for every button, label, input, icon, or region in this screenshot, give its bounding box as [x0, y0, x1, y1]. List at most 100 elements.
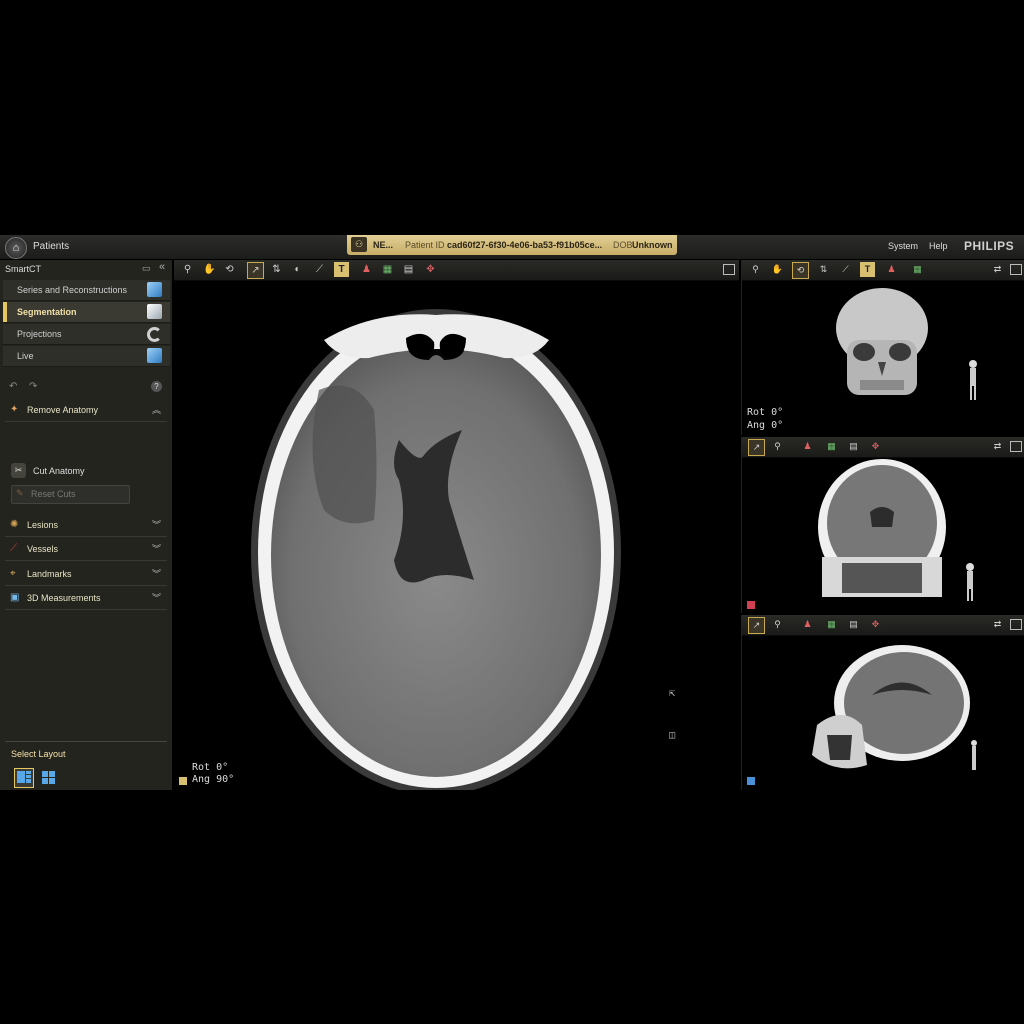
- system-menu[interactable]: System: [888, 241, 918, 251]
- section-3d-measurements[interactable]: ▣ 3D Measurements ︾: [5, 587, 167, 610]
- nav-label: Series and Reconstructions: [17, 285, 128, 295]
- layers-icon[interactable]: ▤: [846, 617, 861, 632]
- viewport-toolbar: ⚲ ✋ ⟲ ⇅ ⟋ T ♟ ▦ ⇄: [742, 260, 1024, 281]
- axial-viewport[interactable]: ⚲ ✋ ⟲ ↗ ⇅ ◐ ⟋ T ♟ ▦ ▤ ✥ Rot 0° Ang 90° ⇱…: [174, 260, 739, 790]
- cut-anatomy-icon[interactable]: ✂: [11, 463, 26, 478]
- orientation-icon[interactable]: ♟: [884, 262, 899, 277]
- text-annotation-icon[interactable]: T: [860, 262, 875, 277]
- mini-axial-icon: ◫: [669, 730, 676, 741]
- reset-cuts-label: Reset Cuts: [31, 489, 76, 499]
- layout-2x2-icon[interactable]: [40, 769, 58, 787]
- zoom-icon[interactable]: ⚲: [770, 617, 785, 632]
- coronal-viewport[interactable]: ↗ ⚲ ♟ ▦ ▤ ✥ ⇄: [741, 437, 1024, 613]
- cut-anatomy-label[interactable]: Cut Anatomy: [33, 466, 85, 476]
- maximize-icon[interactable]: [1010, 441, 1022, 452]
- collapse-panel-icon[interactable]: «: [159, 261, 165, 273]
- maximize-icon[interactable]: [1010, 264, 1022, 275]
- zoom-icon[interactable]: ⚲: [180, 262, 195, 277]
- zoom-icon[interactable]: ⚲: [770, 439, 785, 454]
- crosshair-icon: ⌖: [10, 568, 16, 579]
- home-icon[interactable]: ⌂: [5, 237, 27, 259]
- patient-id: cad60f27-6f30-4e06-ba53-f91b05ce...: [447, 240, 603, 250]
- rotate-tool-icon[interactable]: ⟲: [222, 262, 237, 277]
- chevron-down-icon: ︾: [151, 593, 161, 603]
- sagittal-viewport[interactable]: ↗ ⚲ ♟ ▦ ▤ ✥ ⇄: [741, 615, 1024, 790]
- layout-swap-icon[interactable]: ⇄: [990, 262, 1005, 277]
- section-label: Lesions: [27, 520, 59, 530]
- layout-1-plus-3-icon[interactable]: [14, 768, 34, 788]
- viewport-toolbar: ↗ ⚲ ♟ ▦ ▤ ✥ ⇄: [742, 437, 1024, 458]
- orientation-icon[interactable]: ♟: [800, 439, 815, 454]
- pointer-icon[interactable]: ↗: [748, 617, 765, 634]
- pan-icon[interactable]: ✋: [770, 262, 785, 277]
- section-lesions[interactable]: ✺ Lesions ︾: [5, 514, 167, 537]
- undo-icon[interactable]: ↶: [9, 381, 17, 392]
- color-map-icon[interactable]: ▦: [910, 262, 925, 277]
- cube-icon: [147, 348, 162, 363]
- help-menu[interactable]: Help: [929, 241, 948, 251]
- layers-icon[interactable]: ▤: [401, 262, 416, 277]
- angle-readout: Ang 0°: [747, 420, 784, 431]
- lesion-icon: ✺: [10, 519, 19, 530]
- nav-series-and-reconstructions[interactable]: Series and Reconstructions: [3, 280, 170, 301]
- panel-title: SmartCT: [5, 264, 41, 274]
- maximize-icon[interactable]: [723, 264, 735, 275]
- color-map-icon[interactable]: ▦: [824, 617, 839, 632]
- patient-name: NE...: [373, 240, 394, 250]
- pointer-icon[interactable]: ↗: [247, 262, 264, 279]
- zoom-icon[interactable]: ⚲: [748, 262, 763, 277]
- layers-icon[interactable]: ▤: [846, 439, 861, 454]
- dob-label: DOB: [613, 240, 633, 250]
- nav-live[interactable]: Live: [3, 346, 170, 367]
- orientation-icon[interactable]: ♟: [359, 262, 374, 277]
- pan-icon[interactable]: ✋: [202, 262, 217, 277]
- reset-view-icon[interactable]: ✥: [868, 617, 883, 632]
- redo-icon[interactable]: ↷: [29, 381, 37, 392]
- window-level-icon[interactable]: ◐: [290, 262, 305, 277]
- vessel-icon: ⟋: [10, 543, 17, 554]
- workflow-nav: Series and Reconstructions Segmentation …: [3, 280, 170, 368]
- color-map-icon[interactable]: ▦: [824, 439, 839, 454]
- chevron-down-icon: ︾: [151, 520, 161, 530]
- nav-projections[interactable]: Projections: [3, 324, 170, 345]
- select-layout-label: Select Layout: [11, 749, 66, 759]
- rotation-readout: Rot 0°: [192, 762, 229, 773]
- ruler-cube-icon: ▣: [10, 592, 20, 603]
- rotate-tool-icon[interactable]: ⟲: [792, 262, 809, 279]
- axial-ct-slice: [251, 309, 621, 790]
- orientation-marker: [179, 777, 187, 785]
- reset-view-icon[interactable]: ✥: [423, 262, 438, 277]
- flip-icon[interactable]: ⇅: [269, 262, 284, 277]
- measure-icon[interactable]: ⟋: [312, 262, 327, 277]
- layout-swap-icon[interactable]: ⇄: [990, 439, 1005, 454]
- flip-icon[interactable]: ⇅: [816, 262, 831, 277]
- section-vessels[interactable]: ⟋ Vessels ︾: [5, 538, 167, 561]
- maximize-icon[interactable]: [1010, 619, 1022, 630]
- text-annotation-icon[interactable]: T: [334, 262, 349, 277]
- section-label: 3D Measurements: [27, 593, 101, 603]
- section-landmarks[interactable]: ⌖ Landmarks ︾: [5, 563, 167, 586]
- divider: [5, 741, 167, 742]
- chevron-down-icon: ︾: [151, 544, 161, 554]
- pointer-icon[interactable]: ↗: [748, 439, 765, 456]
- help-icon[interactable]: ?: [151, 381, 162, 392]
- reset-cuts-button[interactable]: ✎ Reset Cuts: [11, 485, 130, 504]
- reset-view-icon[interactable]: ✥: [868, 439, 883, 454]
- chevron-up-icon: ︽: [151, 405, 161, 415]
- patient-id-label: Patient ID: [405, 240, 445, 250]
- cursor-icon: ⇱: [669, 688, 676, 699]
- measure-icon[interactable]: ⟋: [838, 262, 853, 277]
- patients-link[interactable]: Patients: [33, 241, 69, 252]
- smartct-app: ⌂ Patients ⚇ NE... Patient ID cad60f27-6…: [0, 235, 1024, 790]
- layout-swap-icon[interactable]: ⇄: [990, 617, 1005, 632]
- left-panel: SmartCT ▭ « Series and Reconstructions S…: [0, 260, 173, 790]
- color-map-icon[interactable]: ▦: [380, 262, 395, 277]
- nav-segmentation[interactable]: Segmentation: [3, 302, 170, 323]
- minimize-icon[interactable]: ▭: [142, 263, 151, 274]
- patient-info-tab[interactable]: ⚇ NE... Patient ID cad60f27-6f30-4e06-ba…: [347, 235, 677, 255]
- volume-3d-viewport[interactable]: ⚲ ✋ ⟲ ⇅ ⟋ T ♟ ▦ ⇄ Rot 0° Ang 0°: [741, 260, 1024, 435]
- orientation-icon[interactable]: ♟: [800, 617, 815, 632]
- section-remove-anatomy[interactable]: ✦ Remove Anatomy ︽: [5, 399, 167, 422]
- patient-icon: ⚇: [351, 237, 367, 252]
- nav-label: Segmentation: [17, 307, 77, 317]
